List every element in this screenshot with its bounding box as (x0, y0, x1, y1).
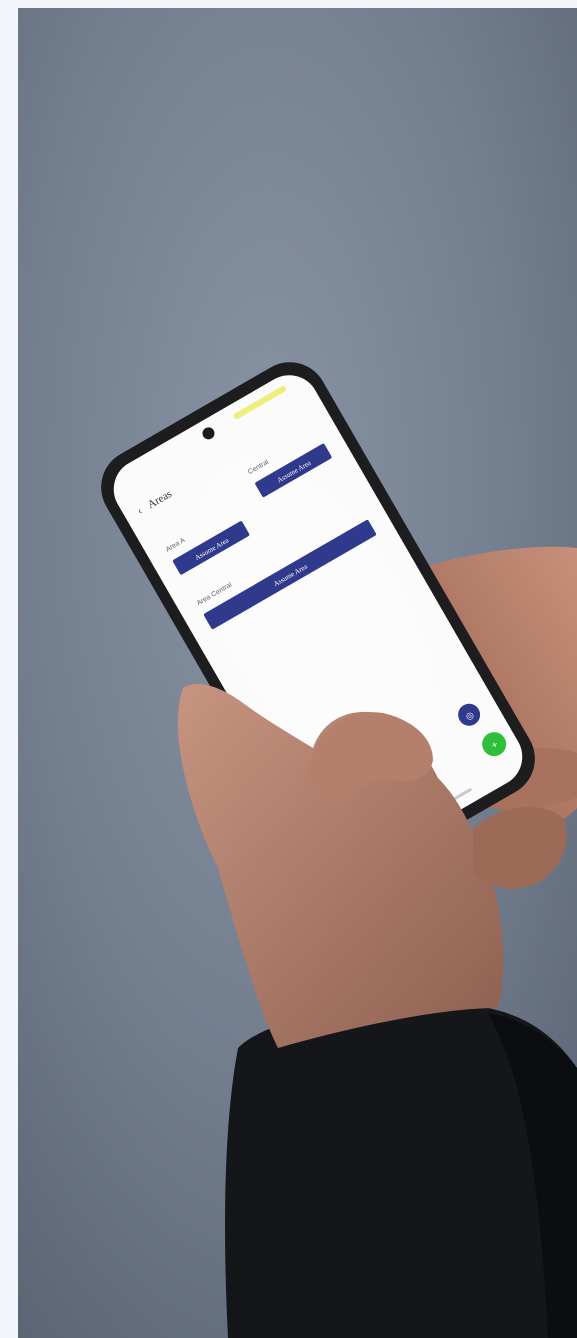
photo-frame: ‹ Areas Area A Central Assume Area Assum… (18, 8, 577, 1338)
photo-canvas: ‹ Areas Area A Central Assume Area Assum… (18, 8, 577, 1338)
